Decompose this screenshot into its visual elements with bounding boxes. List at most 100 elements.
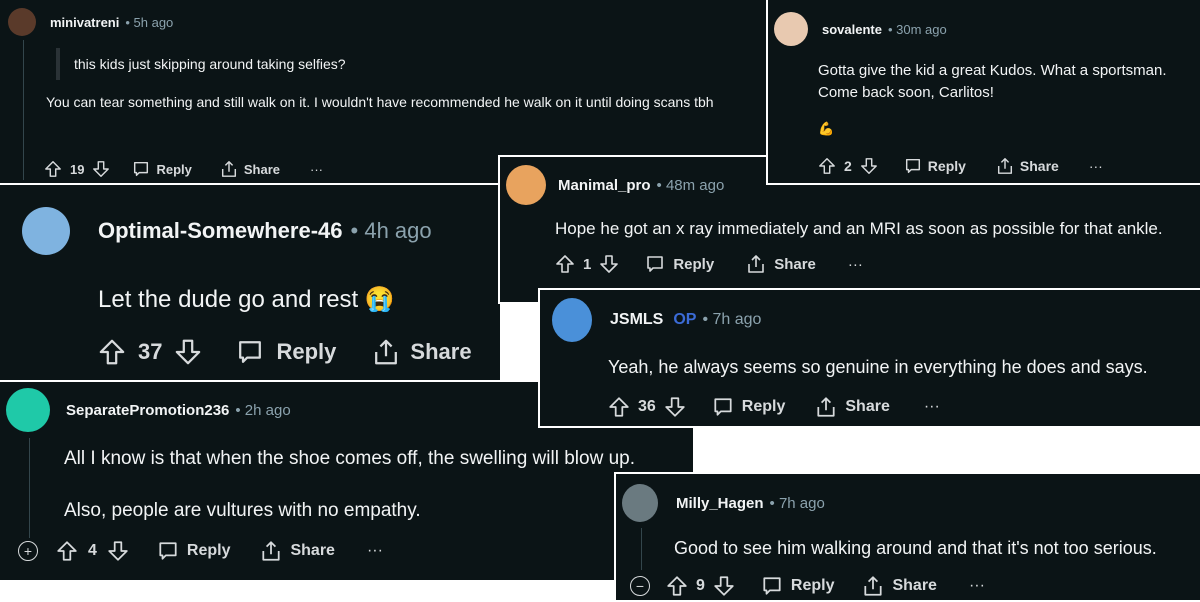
username[interactable]: JSMLS bbox=[610, 311, 663, 329]
share-icon bbox=[260, 540, 282, 562]
reply-button[interactable]: Reply bbox=[645, 254, 714, 274]
thread-line[interactable] bbox=[641, 528, 642, 570]
timestamp: • 30m ago bbox=[887, 21, 947, 37]
upvote-icon[interactable] bbox=[666, 575, 688, 597]
share-label: Share bbox=[892, 577, 937, 594]
comment-text: Yeah, he always seems so genuine in ever… bbox=[608, 357, 1148, 377]
timestamp: • 7h ago bbox=[769, 494, 825, 512]
more-options-button[interactable]: ··· bbox=[367, 542, 383, 560]
downvote-icon[interactable] bbox=[599, 254, 619, 274]
share-icon bbox=[996, 157, 1014, 175]
upvote-icon[interactable] bbox=[98, 338, 126, 366]
avatar[interactable] bbox=[506, 165, 546, 205]
score: 9 bbox=[696, 577, 705, 594]
username[interactable]: Milly_Hagen bbox=[676, 495, 764, 512]
reply-icon bbox=[712, 396, 734, 418]
score: 37 bbox=[138, 339, 163, 364]
comment-sovalente: sovalente • 30m ago Gotta give the kid a… bbox=[766, 0, 1200, 185]
comment-text: All I know is that when the shoe comes o… bbox=[64, 448, 635, 469]
reply-label: Reply bbox=[276, 339, 337, 364]
timestamp: • 4h ago bbox=[350, 218, 432, 243]
share-button[interactable]: Share bbox=[862, 575, 937, 597]
avatar[interactable] bbox=[8, 8, 36, 36]
downvote-icon[interactable] bbox=[713, 575, 735, 597]
score: 19 bbox=[70, 161, 85, 177]
share-button[interactable]: Share bbox=[815, 396, 890, 418]
share-icon bbox=[862, 575, 884, 597]
reply-label: Reply bbox=[673, 255, 715, 273]
reply-button[interactable]: Reply bbox=[761, 575, 834, 597]
username[interactable]: minivatreni bbox=[50, 15, 119, 30]
downvote-icon[interactable] bbox=[664, 396, 686, 418]
timestamp: • 48m ago bbox=[656, 176, 725, 194]
share-label: Share bbox=[243, 161, 281, 177]
emoji: 💪 bbox=[818, 121, 835, 136]
more-options-button[interactable]: ··· bbox=[310, 162, 323, 177]
share-button[interactable]: Share bbox=[372, 338, 472, 366]
reply-button[interactable]: Reply bbox=[132, 160, 192, 178]
more-options-button[interactable]: ··· bbox=[969, 577, 985, 595]
username[interactable]: Optimal-Somewhere-46 bbox=[98, 218, 343, 244]
timestamp: • 5h ago bbox=[125, 14, 174, 30]
comment-text: Hope he got an x ray immediately and an … bbox=[555, 219, 1163, 238]
avatar[interactable] bbox=[622, 484, 658, 522]
thread-line[interactable] bbox=[23, 40, 24, 180]
upvote-icon[interactable] bbox=[56, 540, 78, 562]
reply-icon bbox=[132, 160, 150, 178]
timestamp: • 7h ago bbox=[702, 311, 762, 328]
expand-thread-icon[interactable]: + bbox=[18, 541, 38, 561]
collapse-thread-icon[interactable]: − bbox=[630, 576, 650, 596]
avatar[interactable] bbox=[22, 207, 70, 255]
reply-label: Reply bbox=[741, 398, 786, 415]
thread-line[interactable] bbox=[29, 438, 30, 538]
username[interactable]: sovalente bbox=[822, 22, 882, 37]
reply-button[interactable]: Reply bbox=[157, 540, 230, 562]
share-button[interactable]: Share bbox=[220, 160, 280, 178]
comment-text-2: Also, people are vultures with no empath… bbox=[64, 500, 421, 521]
share-button[interactable]: Share bbox=[746, 254, 816, 274]
quoted-text: this kids just skipping around taking se… bbox=[56, 48, 766, 80]
comment-text: Good to see him walking around and that … bbox=[674, 538, 1157, 558]
reply-button[interactable]: Reply bbox=[236, 338, 336, 366]
downvote-icon[interactable] bbox=[107, 540, 129, 562]
avatar[interactable] bbox=[6, 388, 50, 432]
share-label: Share bbox=[410, 339, 472, 364]
reply-icon bbox=[904, 157, 922, 175]
reply-icon bbox=[236, 338, 264, 366]
downvote-icon[interactable] bbox=[92, 160, 110, 178]
reply-icon bbox=[645, 254, 665, 274]
avatar[interactable] bbox=[774, 12, 808, 46]
reply-label: Reply bbox=[927, 158, 966, 174]
upvote-icon[interactable] bbox=[555, 254, 575, 274]
timestamp: • 2h ago bbox=[235, 401, 291, 419]
upvote-icon[interactable] bbox=[44, 160, 62, 178]
reply-button[interactable]: Reply bbox=[904, 157, 966, 175]
comment-optimal-somewhere-46: Optimal-Somewhere-46 • 4h ago Let the du… bbox=[0, 183, 502, 383]
downvote-icon[interactable] bbox=[860, 157, 878, 175]
share-button[interactable]: Share bbox=[996, 157, 1059, 175]
more-options-button[interactable]: ··· bbox=[848, 256, 863, 273]
comment-text: You can tear something and still walk on… bbox=[46, 94, 714, 110]
share-label: Share bbox=[290, 542, 335, 559]
username[interactable]: Manimal_pro bbox=[558, 177, 651, 194]
downvote-icon[interactable] bbox=[174, 338, 202, 366]
share-button[interactable]: Share bbox=[260, 540, 335, 562]
more-options-button[interactable]: ··· bbox=[924, 398, 940, 416]
share-label: Share bbox=[845, 398, 890, 415]
upvote-icon[interactable] bbox=[818, 157, 836, 175]
reply-icon bbox=[157, 540, 179, 562]
comment-text: Let the dude go and rest 😭 bbox=[98, 286, 395, 313]
share-label: Share bbox=[1019, 158, 1059, 174]
more-options-button[interactable]: ··· bbox=[1089, 158, 1103, 174]
reply-button[interactable]: Reply bbox=[712, 396, 786, 418]
share-icon bbox=[815, 396, 837, 418]
upvote-icon[interactable] bbox=[608, 396, 630, 418]
share-icon bbox=[746, 254, 766, 274]
username[interactable]: SeparatePromotion236 bbox=[66, 402, 229, 419]
score: 1 bbox=[583, 255, 592, 273]
score: 2 bbox=[844, 158, 852, 174]
reply-label: Reply bbox=[156, 161, 192, 177]
comment-text: Gotta give the kid a great Kudos. What a… bbox=[818, 62, 1167, 101]
share-label: Share bbox=[774, 255, 816, 273]
avatar[interactable] bbox=[552, 298, 592, 342]
